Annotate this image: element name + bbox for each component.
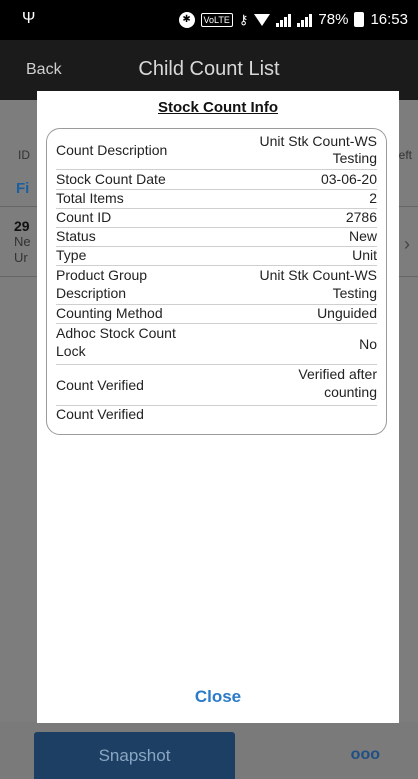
close-button[interactable]: Close [37, 687, 399, 707]
info-label: Total Items [56, 190, 124, 206]
info-row: Adhoc Stock Count Lock No [56, 324, 377, 365]
signal-icon [276, 13, 292, 27]
list-item-status: Ne [14, 234, 31, 249]
info-label: Count Verified [56, 377, 144, 393]
info-value: Unit Stk Count-WS Testing [259, 133, 377, 166]
list-item-id[interactable]: 29 [14, 218, 30, 234]
status-icons: ✱ VoLTE ⚷ 78% 16:53 [178, 11, 408, 28]
volte-icon: VoLTE [200, 12, 233, 27]
info-row: Stock Count Date 03-06-20 [56, 171, 377, 190]
vpn-key-icon: ⚷ [238, 11, 249, 27]
filter-link[interactable]: Fi [16, 180, 29, 197]
info-value: Unguided [317, 305, 377, 321]
info-value: No [359, 336, 377, 352]
list-item-type: Ur [14, 250, 28, 265]
more-options-button[interactable]: ooo [351, 746, 380, 764]
info-label: Count Verified [56, 406, 144, 422]
snapshot-button[interactable]: Snapshot [34, 732, 235, 779]
dialog-title: Stock Count Info [158, 99, 278, 116]
clock: 16:53 [370, 11, 408, 28]
info-row: Count Verified [56, 406, 377, 424]
info-row: Counting Method Unguided [56, 305, 377, 324]
info-label: Product Group Description [56, 267, 148, 301]
battery-icon [354, 12, 365, 27]
page-title: Child Count List [138, 58, 280, 80]
column-header-id: ID [18, 148, 30, 162]
info-value: Verified after counting [298, 366, 377, 400]
info-table: Count Description Unit Stk Count-WS Test… [46, 128, 387, 435]
bluetooth-icon: ✱ [178, 11, 195, 28]
status-bar: Ψ ✱ VoLTE ⚷ 78% 16:53 [0, 0, 418, 40]
column-header-left: eft [398, 148, 412, 162]
info-row: Total Items 2 [56, 190, 377, 209]
usb-icon: Ψ [22, 10, 36, 27]
info-label: Stock Count Date [56, 171, 166, 187]
info-value: 2 [369, 190, 377, 206]
info-row: Type Unit [56, 247, 377, 266]
info-label: Status [56, 228, 96, 244]
info-label: Count Description [56, 142, 168, 158]
signal-icon-2 [297, 13, 313, 27]
info-label: Count ID [56, 209, 112, 225]
info-value: New [348, 228, 377, 244]
info-row: Status New [56, 228, 377, 247]
info-row: Product Group Description Unit Stk Count… [56, 266, 377, 305]
info-label: Counting Method [56, 305, 163, 321]
chevron-right-icon[interactable]: › [404, 234, 410, 255]
info-row: Count Verified Verified after counting [56, 365, 377, 406]
info-row: Count ID 2786 [56, 209, 377, 228]
info-row: Count Description Unit Stk Count-WS Test… [56, 133, 377, 170]
stock-count-info-dialog: Stock Count Info Count Description Unit … [37, 91, 399, 723]
info-value: Unit [352, 247, 377, 263]
info-value: 03-06-20 [320, 171, 377, 187]
battery-percent: 78% [318, 11, 349, 28]
info-value: 2786 [345, 209, 377, 225]
info-label: Adhoc Stock Count Lock [56, 325, 176, 359]
wifi-icon [254, 13, 271, 26]
info-value: Unit Stk Count-WS Testing [259, 267, 377, 301]
info-label: Type [56, 247, 87, 263]
